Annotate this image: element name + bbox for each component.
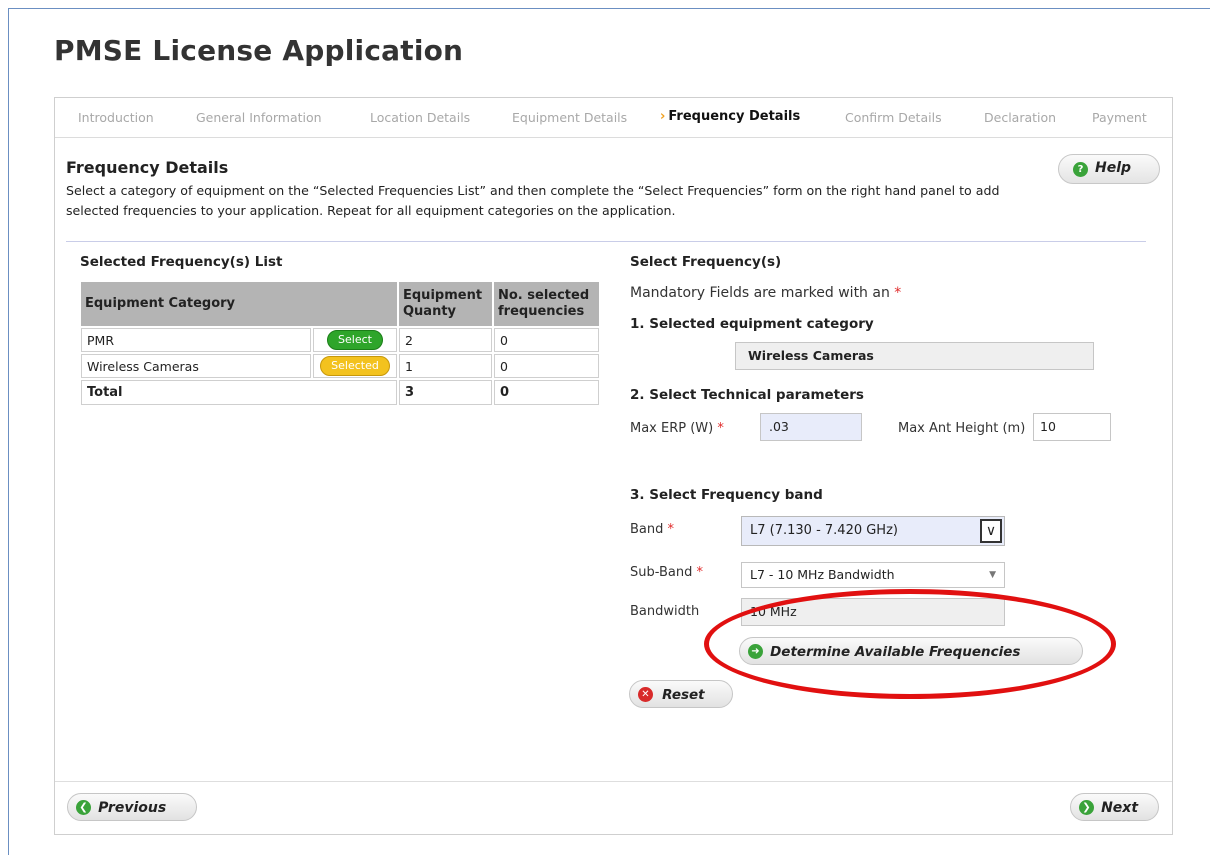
previous-button-label: Previous bbox=[98, 800, 167, 816]
step-general-information[interactable]: General Information bbox=[196, 110, 322, 125]
band-label: Band * bbox=[630, 522, 674, 537]
next-button-label: Next bbox=[1101, 800, 1139, 816]
header-equipment-category: Equipment Category bbox=[81, 282, 397, 326]
help-button[interactable]: ? Help bbox=[1058, 154, 1160, 184]
required-asterisk: * bbox=[667, 522, 675, 537]
step1-heading: 1. Selected equipment category bbox=[630, 316, 874, 332]
bandwidth-field: 10 MHz bbox=[741, 598, 1005, 626]
category-cell: Wireless Cameras bbox=[81, 354, 311, 378]
required-asterisk: * bbox=[894, 285, 902, 301]
subband-label: Sub-Band * bbox=[630, 565, 703, 580]
ant-height-label: Max Ant Height (m) bbox=[898, 421, 1026, 436]
selected-category-field: Wireless Cameras bbox=[735, 342, 1094, 370]
section-divider bbox=[66, 241, 1146, 242]
category-cell: PMR bbox=[81, 328, 311, 352]
determine-frequencies-button[interactable]: ➜ Determine Available Frequencies bbox=[739, 637, 1083, 665]
next-button[interactable]: ❯ Next bbox=[1070, 793, 1159, 821]
bandwidth-label: Bandwidth bbox=[630, 604, 700, 619]
close-circle-icon: ✕ bbox=[638, 687, 653, 702]
help-button-label: Help bbox=[1095, 160, 1132, 176]
caret-down-icon: ▼ bbox=[989, 570, 996, 580]
band-select-value: L7 (7.130 - 7.420 GHz) bbox=[750, 523, 898, 538]
table-row: PMR Select 2 0 bbox=[81, 328, 599, 352]
step-frequency-details-label: Frequency Details bbox=[668, 109, 801, 124]
determine-frequencies-label: Determine Available Frequencies bbox=[770, 644, 1021, 660]
band-label-text: Band bbox=[630, 522, 664, 537]
required-asterisk: * bbox=[717, 421, 724, 436]
action-cell: Select bbox=[313, 328, 397, 352]
subband-label-text: Sub-Band bbox=[630, 565, 693, 580]
previous-button[interactable]: ❮ Previous bbox=[67, 793, 197, 821]
arrow-right-circle-icon: ❯ bbox=[1079, 800, 1094, 815]
step-location-details[interactable]: Location Details bbox=[370, 110, 470, 125]
reset-button-label: Reset bbox=[662, 687, 705, 703]
step3-heading: 3. Select Frequency band bbox=[630, 487, 823, 503]
arrow-left-circle-icon: ❮ bbox=[76, 800, 91, 815]
select-pmr-button[interactable]: Select bbox=[327, 330, 383, 350]
step-payment[interactable]: Payment bbox=[1092, 110, 1147, 125]
quantity-cell: 1 bbox=[399, 354, 492, 378]
quantity-cell: 2 bbox=[399, 328, 492, 352]
section-instructions: Select a category of equipment on the “S… bbox=[66, 183, 1000, 218]
subband-select-value: L7 - 10 MHz Bandwidth bbox=[750, 567, 895, 582]
header-selected-frequencies: No. selected frequencies bbox=[494, 282, 599, 326]
table-header-row: Equipment Category Equipment Quanty No. … bbox=[81, 282, 599, 326]
subband-select[interactable]: L7 - 10 MHz Bandwidth ▼ bbox=[741, 562, 1005, 588]
required-asterisk: * bbox=[696, 565, 704, 580]
section-title: Frequency Details bbox=[66, 158, 229, 177]
step-declaration[interactable]: Declaration bbox=[984, 110, 1056, 125]
total-label: Total bbox=[81, 380, 397, 405]
selected-count-cell: 0 bbox=[494, 328, 599, 352]
erp-label: Max ERP (W) * bbox=[630, 421, 724, 436]
reset-button[interactable]: ✕ Reset bbox=[629, 680, 733, 708]
selected-wireless-cameras-button[interactable]: Selected bbox=[320, 356, 390, 376]
application-panel: Introduction General Information Locatio… bbox=[54, 97, 1173, 835]
wizard-steps: Introduction General Information Locatio… bbox=[55, 98, 1172, 138]
chevron-down-icon[interactable]: ∨ bbox=[980, 519, 1002, 543]
step-introduction[interactable]: Introduction bbox=[78, 110, 154, 125]
band-select[interactable]: L7 (7.130 - 7.420 GHz) ∨ bbox=[741, 516, 1005, 546]
current-step-arrow-icon: › bbox=[660, 109, 666, 124]
total-quantity: 3 bbox=[399, 380, 492, 405]
step-confirm-details[interactable]: Confirm Details bbox=[845, 110, 942, 125]
header-equipment-quantity: Equipment Quanty bbox=[399, 282, 492, 326]
selected-count-cell: 0 bbox=[494, 354, 599, 378]
table-row: Wireless Cameras Selected 1 0 bbox=[81, 354, 599, 378]
select-frequency-title: Select Frequency(s) bbox=[630, 254, 782, 270]
page-title: PMSE License Application bbox=[54, 34, 464, 67]
question-icon: ? bbox=[1073, 162, 1088, 177]
mandatory-note: Mandatory Fields are marked with an * bbox=[630, 285, 901, 301]
total-row: Total 3 0 bbox=[81, 380, 599, 405]
max-ant-height-input[interactable]: 10 bbox=[1033, 413, 1111, 441]
footer-divider bbox=[55, 781, 1172, 782]
arrow-right-circle-icon: ➜ bbox=[748, 644, 763, 659]
max-erp-input[interactable]: .03 bbox=[760, 413, 862, 441]
total-selected: 0 bbox=[494, 380, 599, 405]
step2-heading: 2. Select Technical parameters bbox=[630, 387, 864, 403]
erp-label-text: Max ERP (W) bbox=[630, 421, 714, 436]
step-equipment-details[interactable]: Equipment Details bbox=[512, 110, 627, 125]
action-cell: Selected bbox=[313, 354, 397, 378]
step-frequency-details[interactable]: › Frequency Details bbox=[660, 109, 800, 124]
mandatory-note-text: Mandatory Fields are marked with an bbox=[630, 285, 890, 301]
selected-frequency-list-title: Selected Frequency(s) List bbox=[80, 254, 283, 270]
selected-frequency-table: Equipment Category Equipment Quanty No. … bbox=[79, 280, 601, 407]
